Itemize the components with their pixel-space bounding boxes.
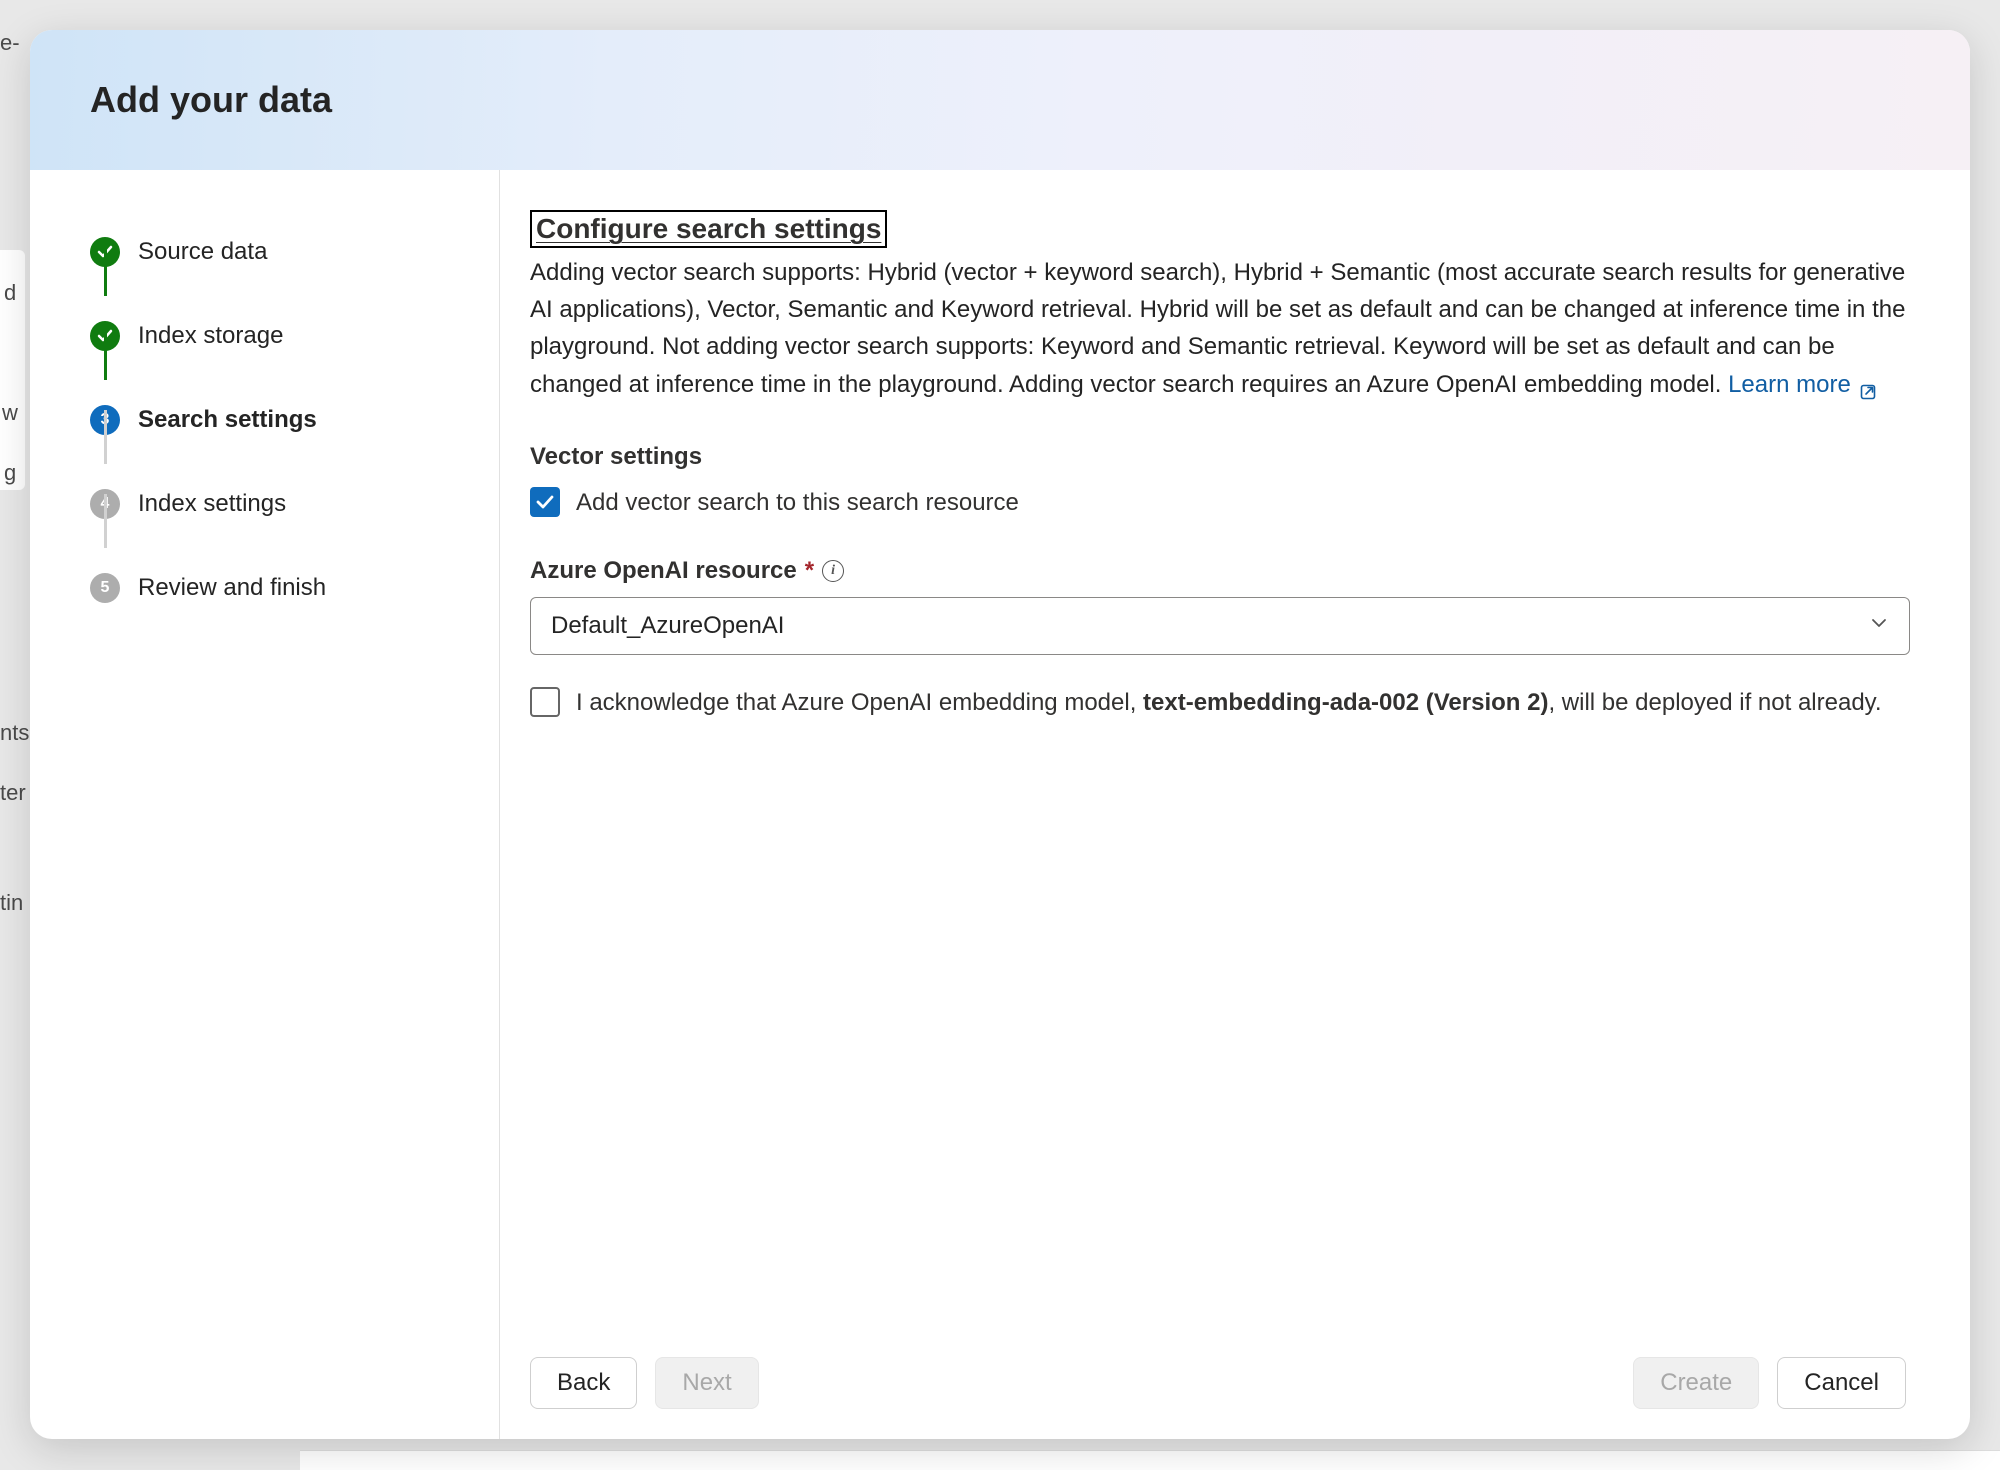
bg-text: e- [0,30,20,56]
chevron-down-icon [1869,612,1889,640]
step-label: Source data [138,210,267,294]
step-label: Review and finish [138,546,326,630]
bg-text: d [4,280,16,306]
acknowledge-text: I acknowledge that Azure OpenAI embeddin… [576,685,1882,721]
learn-more-link[interactable]: Learn more [1728,366,1877,403]
acknowledge-deploy-checkbox-row[interactable]: I acknowledge that Azure OpenAI embeddin… [530,685,1910,721]
ack-prefix: I acknowledge that Azure OpenAI embeddin… [576,689,1143,716]
wizard-footer: Back Next Create Cancel [530,1337,1910,1409]
description-text: Adding vector search supports: Hybrid (v… [530,254,1910,403]
external-link-icon [1859,375,1877,393]
azure-openai-resource-label: Azure OpenAI resource * i [530,557,1910,585]
create-button: Create [1633,1357,1759,1409]
bg-text: g [4,460,16,486]
step-review-finish[interactable]: 5 Review and finish [90,546,469,630]
page-title: Configure search settings [530,210,887,248]
wizard-step-content: Configure search settings Adding vector … [500,170,1970,1439]
bg-bar [300,1450,2000,1470]
bg-text: ter [0,780,26,806]
checkbox-label: Add vector search to this search resourc… [576,485,1019,521]
info-icon[interactable]: i [822,560,844,582]
modal-body: Source data Index storage 3 Search setti… [30,170,1970,1439]
cancel-button[interactable]: Cancel [1777,1357,1906,1409]
description-body: Adding vector search supports: Hybrid (v… [530,259,1905,398]
back-button[interactable]: Back [530,1357,637,1409]
step-index-storage[interactable]: Index storage [90,294,469,378]
step-connector [104,410,107,464]
learn-more-label: Learn more [1728,366,1851,403]
bg-text: w [2,400,18,426]
step-connector [104,326,107,380]
step-label: Search settings [138,378,317,462]
ack-model: text-embedding-ada-002 (Version 2) [1143,689,1548,716]
wizard-steps-sidebar: Source data Index storage 3 Search setti… [30,170,500,1439]
ack-suffix: , will be deployed if not already. [1548,689,1881,716]
bg-text: tin [0,890,23,916]
vector-settings-heading: Vector settings [530,443,1910,471]
checkbox-checked-icon[interactable] [530,487,560,517]
step-search-settings[interactable]: 3 Search settings [90,378,469,462]
bg-text: nts [0,720,29,746]
add-your-data-modal: Add your data Source data Index storage [30,30,1970,1439]
step-index-settings[interactable]: 4 Index settings [90,462,469,546]
azure-openai-resource-select[interactable]: Default_AzureOpenAI [530,597,1910,655]
step-number-icon: 5 [90,573,120,603]
checkbox-unchecked-icon[interactable] [530,687,560,717]
step-connector [104,494,107,548]
modal-title: Add your data [30,30,1970,170]
select-value: Default_AzureOpenAI [551,612,784,640]
step-connector [104,242,107,296]
step-label: Index settings [138,462,286,546]
step-label: Index storage [138,294,283,378]
step-source-data[interactable]: Source data [90,210,469,294]
add-vector-search-checkbox-row[interactable]: Add vector search to this search resourc… [530,485,1910,521]
field-label-text: Azure OpenAI resource [530,557,797,585]
required-asterisk: * [805,557,814,585]
next-button: Next [655,1357,758,1409]
